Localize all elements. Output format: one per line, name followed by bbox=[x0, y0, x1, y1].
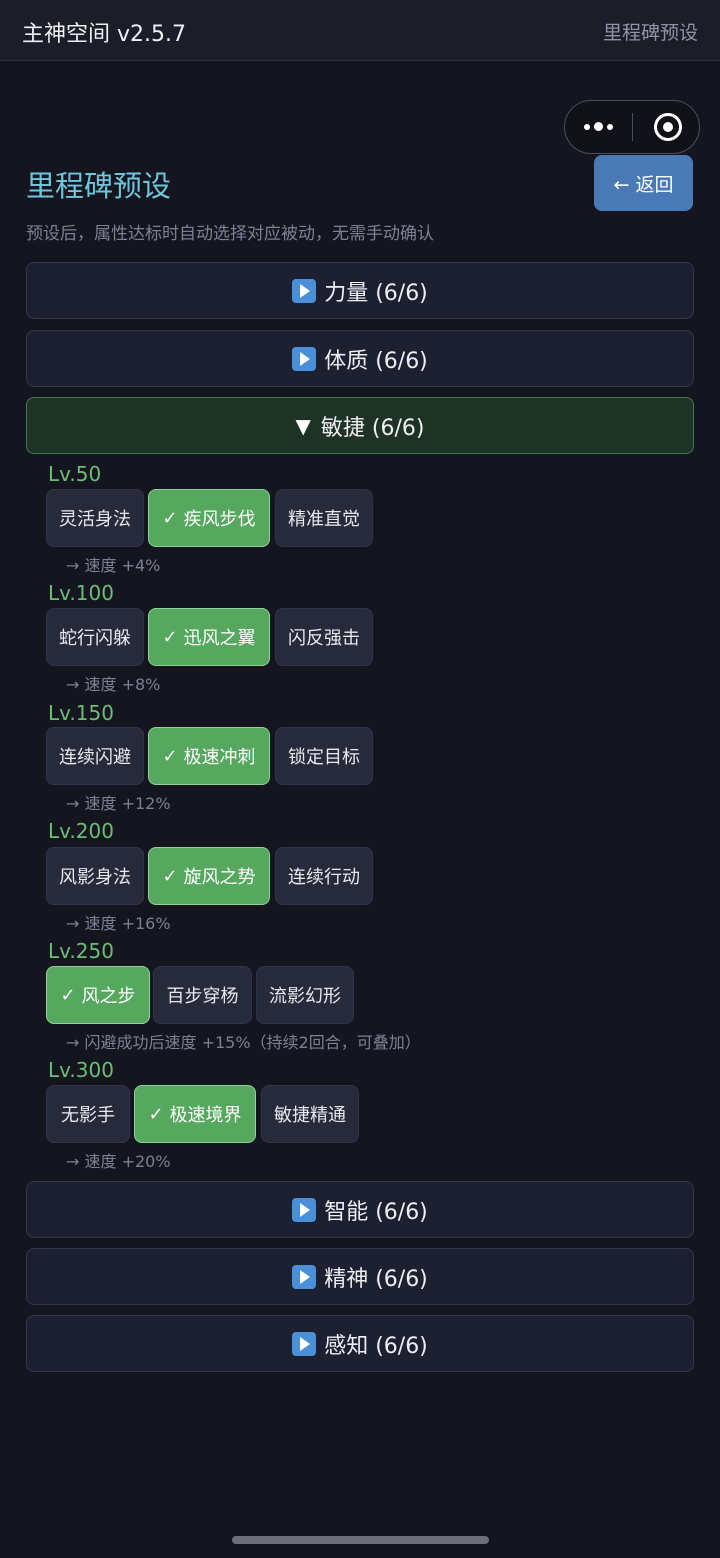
page-title: 里程碑预设 bbox=[26, 169, 172, 203]
category-intelligence[interactable]: 智能 (6/6) bbox=[26, 1181, 694, 1238]
check-icon: ✓ bbox=[148, 1103, 164, 1125]
option-label: 极速境界 bbox=[169, 1105, 242, 1126]
option-label: 旋风之势 bbox=[183, 867, 256, 888]
close-target-icon[interactable] bbox=[654, 113, 682, 141]
option-label: 灵活身法 bbox=[59, 509, 131, 530]
milestone-effect: → 速度 +20% bbox=[66, 1152, 171, 1171]
category-label: 体质 (6/6) bbox=[324, 348, 428, 374]
home-indicator[interactable] bbox=[232, 1536, 489, 1544]
option-button[interactable]: 锁定目标 bbox=[275, 727, 373, 785]
mini-program-capsule bbox=[564, 100, 700, 154]
option-label: 闪反强击 bbox=[288, 628, 360, 649]
top-bar: 主神空间 v2.5.7 里程碑预设 bbox=[0, 0, 720, 61]
milestone-level: Lv.150 bbox=[48, 701, 114, 725]
check-icon: ✓ bbox=[162, 865, 178, 887]
category-spirit[interactable]: 精神 (6/6) bbox=[26, 1248, 694, 1305]
milestone-effect: → 速度 +16% bbox=[66, 914, 171, 933]
option-button[interactable]: 百步穿杨 bbox=[153, 966, 252, 1024]
page-subtitle: 预设后，属性达标时自动选择对应被动，无需手动确认 bbox=[26, 224, 434, 244]
option-label: 连续行动 bbox=[288, 867, 360, 888]
check-icon: ✓ bbox=[162, 745, 178, 767]
option-label: 百步穿杨 bbox=[166, 986, 239, 1007]
play-icon bbox=[292, 346, 317, 371]
option-button[interactable]: 蛇行闪躲 bbox=[46, 608, 144, 666]
play-icon bbox=[292, 1331, 317, 1356]
option-label: 流影幻形 bbox=[269, 986, 341, 1007]
option-button[interactable]: 连续闪避 bbox=[46, 727, 144, 785]
option-button[interactable]: 风影身法 bbox=[46, 847, 144, 905]
back-button[interactable]: ← 返回 bbox=[594, 155, 693, 211]
category-agility[interactable]: ▼ 敏捷 (6/6) bbox=[26, 397, 694, 454]
check-icon: ✓ bbox=[162, 507, 178, 529]
option-button[interactable]: 敏捷精通 bbox=[261, 1085, 359, 1143]
more-icon[interactable] bbox=[565, 101, 632, 152]
option-label: 疾风步伐 bbox=[183, 509, 256, 530]
option-button[interactable]: 流影幻形 bbox=[256, 966, 354, 1024]
option-label: 连续闪避 bbox=[59, 747, 131, 768]
milestone-effect: → 速度 +12% bbox=[66, 794, 171, 813]
milestone-level: Lv.50 bbox=[48, 462, 102, 486]
option-button-selected[interactable]: ✓ 极速境界 bbox=[134, 1085, 256, 1143]
milestone-level: Lv.300 bbox=[48, 1058, 114, 1082]
option-button[interactable]: 闪反强击 bbox=[275, 608, 373, 666]
category-label: 敏捷 (6/6) bbox=[320, 415, 425, 441]
option-label: 迅风之翼 bbox=[183, 628, 256, 649]
category-label: 智能 (6/6) bbox=[324, 1199, 428, 1225]
milestone-level: Lv.250 bbox=[48, 939, 114, 963]
play-icon bbox=[292, 1197, 317, 1222]
option-button-selected[interactable]: ✓ 旋风之势 bbox=[148, 847, 270, 905]
option-button[interactable]: 连续行动 bbox=[275, 847, 373, 905]
play-icon bbox=[292, 1264, 317, 1289]
option-button-selected[interactable]: ✓ 极速冲刺 bbox=[148, 727, 270, 785]
option-label: 精准直觉 bbox=[288, 509, 360, 530]
category-label: 感知 (6/6) bbox=[324, 1333, 428, 1359]
check-icon: ✓ bbox=[60, 984, 76, 1006]
category-label: 力量 (6/6) bbox=[324, 280, 428, 306]
option-label: 敏捷精通 bbox=[274, 1105, 346, 1126]
option-button[interactable]: 精准直觉 bbox=[275, 489, 373, 547]
category-perception[interactable]: 感知 (6/6) bbox=[26, 1315, 694, 1372]
option-button[interactable]: 无影手 bbox=[46, 1085, 130, 1143]
play-icon bbox=[292, 278, 317, 303]
option-label: 锁定目标 bbox=[288, 747, 360, 768]
app-title: 主神空间 v2.5.7 bbox=[22, 22, 186, 47]
option-label: 风影身法 bbox=[59, 867, 131, 888]
option-button[interactable]: 灵活身法 bbox=[46, 489, 144, 547]
option-label: 风之步 bbox=[81, 986, 136, 1007]
option-button-selected[interactable]: ✓ 风之步 bbox=[46, 966, 150, 1024]
capsule-divider bbox=[632, 113, 633, 141]
milestone-level: Lv.200 bbox=[48, 819, 114, 843]
option-button-selected[interactable]: ✓ 迅风之翼 bbox=[148, 608, 270, 666]
option-label: 蛇行闪躲 bbox=[59, 628, 131, 649]
milestone-effect: → 速度 +4% bbox=[66, 556, 161, 575]
option-button-selected[interactable]: ✓ 疾风步伐 bbox=[148, 489, 270, 547]
category-label: 精神 (6/6) bbox=[324, 1266, 428, 1292]
milestone-effect: → 速度 +8% bbox=[66, 675, 161, 694]
category-constitution[interactable]: 体质 (6/6) bbox=[26, 330, 694, 387]
milestone-level: Lv.100 bbox=[48, 581, 114, 605]
category-strength[interactable]: 力量 (6/6) bbox=[26, 262, 694, 319]
option-label: 无影手 bbox=[61, 1105, 115, 1126]
milestone-effect: → 闪避成功后速度 +15%（持续2回合，可叠加） bbox=[66, 1033, 421, 1052]
nav-title: 里程碑预设 bbox=[602, 22, 698, 44]
option-label: 极速冲刺 bbox=[183, 747, 256, 768]
check-icon: ✓ bbox=[162, 626, 178, 648]
triangle-down-icon: ▼ bbox=[295, 413, 311, 438]
